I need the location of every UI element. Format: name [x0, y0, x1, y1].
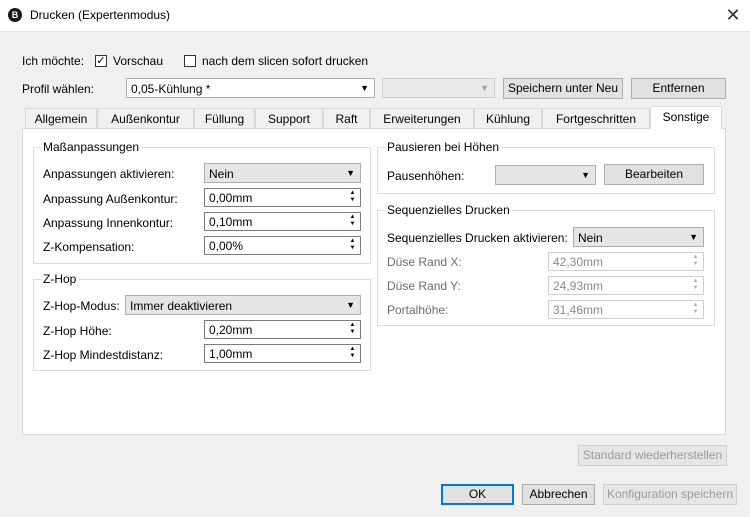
- app-logo-icon: B: [8, 8, 22, 22]
- chevron-down-icon: ▼: [346, 168, 355, 178]
- tab-allgemein[interactable]: Allgemein: [25, 108, 97, 129]
- chevron-down-icon: ▼: [581, 170, 590, 180]
- z-hop-min-distance-value: 1,00mm: [209, 347, 253, 361]
- tab-kuehlung[interactable]: Kühlung: [474, 108, 542, 129]
- inner-contour-spinbox[interactable]: 0,10mm ▲ ▼: [204, 212, 361, 231]
- ok-button[interactable]: OK: [441, 484, 514, 505]
- spin-arrows-icon[interactable]: ▲ ▼: [346, 238, 359, 253]
- z-hop-height-label: Z-Hop Höhe:: [43, 324, 112, 338]
- z-hop-height-value: 0,20mm: [209, 323, 253, 337]
- chevron-down-icon: ▼: [689, 232, 698, 242]
- sequential-enable-value: Nein: [578, 231, 603, 245]
- nozzle-edge-y-value: 24,93mm: [553, 279, 604, 293]
- spin-arrows-icon[interactable]: ▲ ▼: [346, 214, 359, 229]
- spin-arrows-icon[interactable]: ▲ ▼: [346, 346, 359, 361]
- nozzle-edge-y-spinbox[interactable]: 24,93mm ▲ ▼: [548, 276, 704, 295]
- dimension-group-title: Maßanpassungen: [41, 140, 142, 154]
- tab-fortgeschritten[interactable]: Fortgeschritten: [542, 108, 650, 129]
- z-compensation-value: 0,00%: [209, 239, 244, 253]
- z-hop-min-distance-spinbox[interactable]: 1,00mm ▲ ▼: [204, 344, 361, 363]
- profile-value: 0,05-Kühlung *: [131, 82, 211, 96]
- print-after-slice-label: nach dem slicen sofort drucken: [202, 54, 369, 68]
- want-label: Ich möchte:: [22, 54, 85, 68]
- z-hop-min-distance-label: Z-Hop Mindestdistanz:: [43, 348, 164, 362]
- sequential-group-title: Sequenzielles Drucken: [385, 203, 512, 217]
- z-hop-height-spinbox[interactable]: 0,20mm ▲ ▼: [204, 320, 361, 339]
- pause-heights-select[interactable]: ▼: [495, 165, 596, 185]
- spin-arrows-icon[interactable]: ▲ ▼: [689, 254, 702, 269]
- edit-button[interactable]: Bearbeiten: [604, 164, 704, 185]
- restore-defaults-button[interactable]: Standard wiederherstellen: [578, 445, 727, 466]
- remove-button[interactable]: Entfernen: [631, 78, 726, 99]
- preview-checkbox[interactable]: ✓: [95, 55, 107, 67]
- spin-arrows-icon[interactable]: ▲ ▼: [346, 322, 359, 337]
- adjustments-enable-select[interactable]: Nein ▼: [204, 163, 361, 183]
- nozzle-edge-y-label: Düse Rand Y:: [387, 279, 461, 293]
- outer-contour-value: 0,00mm: [209, 191, 253, 205]
- z-hop-mode-select[interactable]: Immer deaktivieren ▼: [125, 295, 361, 315]
- tab-fuellung[interactable]: Füllung: [194, 108, 255, 129]
- tab-sonstige[interactable]: Sonstige: [650, 106, 722, 129]
- print-after-slice-checkbox[interactable]: [184, 55, 196, 67]
- sequential-enable-label: Sequenzielles Drucken aktivieren:: [387, 231, 568, 245]
- profile-variant-select[interactable]: ▼: [382, 78, 495, 98]
- z-compensation-label: Z-Kompensation:: [43, 240, 135, 254]
- profile-label: Profil wählen:: [22, 82, 95, 96]
- save-configuration-button[interactable]: Konfiguration speichern: [603, 484, 737, 505]
- inner-contour-value: 0,10mm: [209, 215, 253, 229]
- chevron-down-icon: ▼: [346, 300, 355, 310]
- title-bar: B Drucken (Expertenmodus) ✕: [0, 0, 750, 32]
- nozzle-edge-x-label: Düse Rand X:: [387, 255, 462, 269]
- chevron-down-icon: ▼: [360, 83, 369, 93]
- z-hop-mode-label: Z-Hop-Modus:: [43, 299, 120, 313]
- tab-raft[interactable]: Raft: [323, 108, 370, 129]
- inner-contour-label: Anpassung Innenkontur:: [43, 216, 174, 230]
- spin-arrows-icon[interactable]: ▲ ▼: [346, 190, 359, 205]
- z-compensation-spinbox[interactable]: 0,00% ▲ ▼: [204, 236, 361, 255]
- close-icon[interactable]: ✕: [722, 4, 744, 26]
- nozzle-edge-x-value: 42,30mm: [553, 255, 604, 269]
- profile-select[interactable]: 0,05-Kühlung * ▼: [126, 78, 375, 98]
- tab-aussenkontur[interactable]: Außenkontur: [97, 108, 194, 129]
- outer-contour-label: Anpassung Außenkontur:: [43, 192, 178, 206]
- adjustments-enable-value: Nein: [209, 167, 234, 181]
- tab-support[interactable]: Support: [255, 108, 323, 129]
- spin-arrows-icon[interactable]: ▲ ▼: [689, 302, 702, 317]
- preview-label: Vorschau: [113, 54, 164, 68]
- z-hop-mode-value: Immer deaktivieren: [130, 299, 233, 313]
- chevron-down-icon: ▼: [480, 83, 489, 93]
- adjustments-enable-label: Anpassungen aktivieren:: [43, 167, 175, 181]
- sequential-enable-select[interactable]: Nein ▼: [573, 227, 704, 247]
- window-title: Drucken (Expertenmodus): [30, 8, 171, 22]
- pause-heights-label: Pausenhöhen:: [387, 169, 465, 183]
- portal-height-spinbox[interactable]: 31,46mm ▲ ▼: [548, 300, 704, 319]
- portal-height-label: Portalhöhe:: [387, 303, 449, 317]
- portal-height-value: 31,46mm: [553, 303, 604, 317]
- z-hop-group-title: Z-Hop: [41, 272, 79, 286]
- pause-group-title: Pausieren bei Höhen: [385, 140, 502, 154]
- spin-arrows-icon[interactable]: ▲ ▼: [689, 278, 702, 293]
- cancel-button[interactable]: Abbrechen: [522, 484, 595, 505]
- tab-erweiterungen[interactable]: Erweiterungen: [370, 108, 474, 129]
- save-as-new-button[interactable]: Speichern unter Neu: [503, 78, 623, 99]
- outer-contour-spinbox[interactable]: 0,00mm ▲ ▼: [204, 188, 361, 207]
- nozzle-edge-x-spinbox[interactable]: 42,30mm ▲ ▼: [548, 252, 704, 271]
